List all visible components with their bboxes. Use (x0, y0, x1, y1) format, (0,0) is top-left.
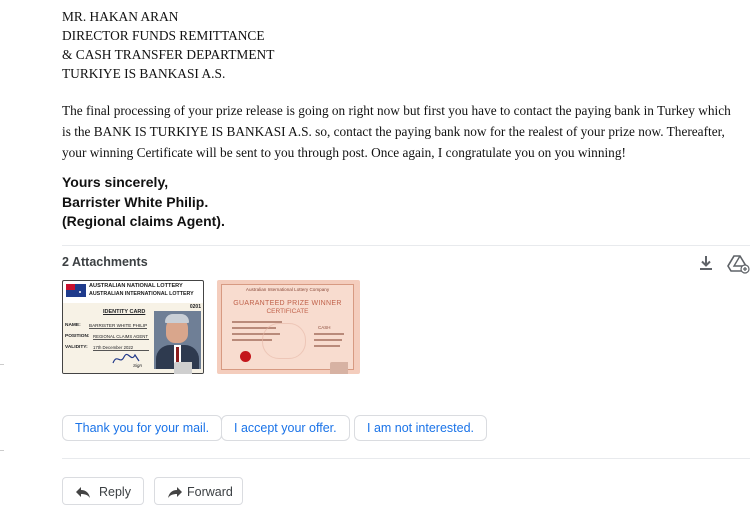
certificate-frame: Australian International Lottery Company… (221, 284, 354, 370)
card-validity-label: VALIDITY: (65, 345, 88, 350)
smart-reply-thank-you[interactable]: Thank you for your mail. (62, 415, 223, 441)
card-name-value: BARRISTER WHITE PHILIP (89, 323, 147, 329)
smart-reply-not-interested[interactable]: I am not interested. (354, 415, 488, 441)
reply-button[interactable]: Reply (62, 477, 144, 505)
drive-icon-graphic (727, 255, 750, 274)
card-header-line1: AUSTRALIAN NATIONAL LOTTERY (89, 283, 183, 289)
reply-label: Reply (99, 485, 131, 499)
wax-seal-icon (240, 351, 251, 362)
smart-reply-accept[interactable]: I accept your offer. (221, 415, 350, 441)
file-type-corner-icon (174, 362, 192, 374)
card-number: 0201 (189, 304, 201, 310)
card-name-label: NAME: (65, 323, 81, 328)
signature-closing: Yours sincerely, (62, 174, 169, 190)
sender-name: MR. HAKAN ARAN (62, 9, 179, 24)
card-position-label: POSITION: (65, 334, 90, 339)
card-position-value: REGIONAL CLAIMS AGENT (93, 334, 149, 340)
certificate-header: Australian International Lottery Company (245, 287, 330, 292)
card-sign-label: Sign (133, 363, 143, 368)
sender-address-block: MR. HAKAN ARAN DIRECTOR FUNDS REMITTANCE… (62, 7, 274, 83)
add-to-drive-icon[interactable] (726, 252, 750, 274)
forward-label: Forward (187, 485, 233, 499)
attachments-divider (62, 245, 750, 246)
forward-button[interactable]: Forward (154, 477, 243, 505)
certificate-title-line2: CERTIFICATE (266, 308, 309, 315)
signature-role: (Regional claims Agent). (62, 213, 225, 229)
portrait-photo-icon (154, 311, 201, 369)
attachments-title: 2 Attachments (62, 255, 148, 269)
sender-title: DIRECTOR FUNDS REMITTANCE (62, 28, 265, 43)
watermark-emblem-icon (262, 323, 306, 359)
sender-bank: TURKIYE IS BANKASI A.S. (62, 66, 226, 81)
left-edge-marker-2 (0, 450, 4, 451)
file-type-corner-icon-2 (330, 362, 348, 374)
forward-arrow-icon (168, 487, 182, 498)
certificate-cash-label: CASH (318, 325, 331, 330)
card-header-line2: AUSTRALIAN INTERNATIONAL LOTTERY (89, 291, 194, 297)
certificate-title-line1: GUARANTEED PRIZE WINNER (233, 300, 342, 307)
attachment-thumbnail-certificate[interactable]: Australian International Lottery Company… (217, 280, 360, 374)
reply-arrow-icon (76, 487, 90, 498)
left-edge-marker (0, 364, 4, 365)
signature-name: Barrister White Philip. (62, 193, 209, 210)
card-header: AUSTRALIAN NATIONAL LOTTERY AUSTRALIAN I… (64, 282, 203, 304)
attachment-thumbnail-id-card[interactable]: AUSTRALIAN NATIONAL LOTTERY AUSTRALIAN I… (62, 280, 204, 374)
actions-divider (62, 458, 750, 459)
sender-department: & CASH TRANSFER DEPARTMENT (62, 47, 275, 62)
flag-icon (66, 284, 86, 297)
card-id-title: IDENTITY CARD (103, 309, 146, 315)
signature-block: Yours sincerely, Barrister White Philip.… (62, 173, 225, 232)
email-body-paragraph: The final processing of your prize relea… (62, 103, 731, 160)
download-icon-graphic (700, 256, 712, 270)
download-icon[interactable] (695, 252, 717, 274)
